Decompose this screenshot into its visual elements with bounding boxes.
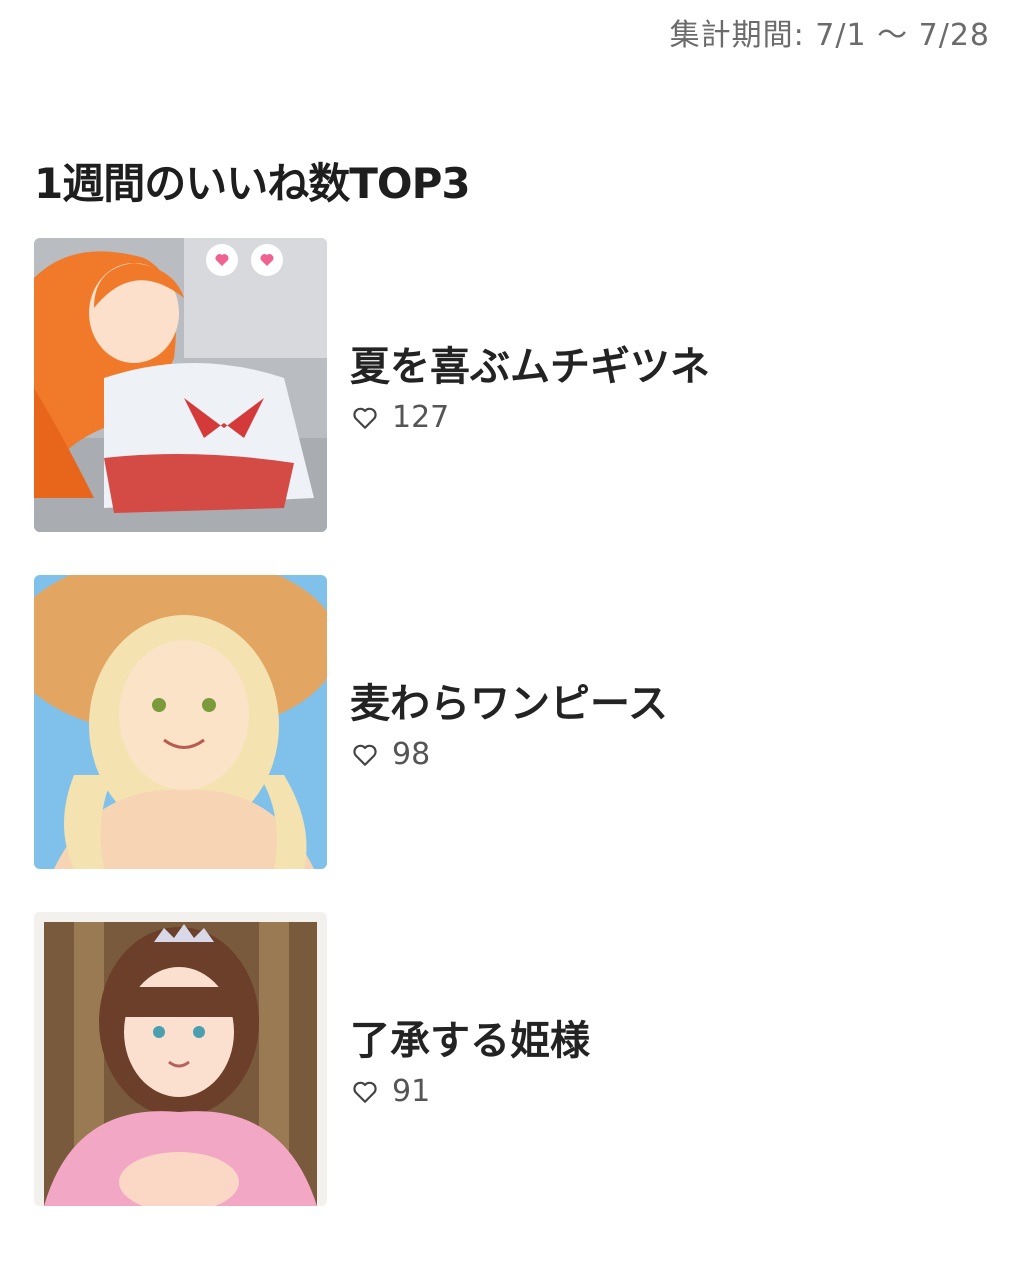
- artwork-thumbnail-3[interactable]: [34, 912, 327, 1206]
- like-count-2: 98: [352, 737, 430, 772]
- ranking-list: 夏を喜ぶムチギツネ 127 麦わらワンピース 98 了承する姫様 91: [34, 238, 994, 1249]
- artwork-thumbnail-1[interactable]: [34, 238, 327, 532]
- ranking-item-2[interactable]: 麦わらワンピース 98: [34, 575, 994, 869]
- princess-illustration: [34, 912, 327, 1206]
- like-count-3: 91: [352, 1074, 430, 1109]
- artwork-title-1[interactable]: 夏を喜ぶムチギツネ: [350, 334, 710, 392]
- artwork-thumbnail-2[interactable]: [34, 575, 327, 869]
- like-count-value: 91: [392, 1074, 431, 1109]
- like-count-value: 98: [392, 737, 431, 772]
- ranking-item-1[interactable]: 夏を喜ぶムチギツネ 127: [34, 238, 994, 532]
- like-count-value: 127: [392, 400, 450, 435]
- heart-outline-icon[interactable]: [352, 405, 378, 431]
- artwork-title-3[interactable]: 了承する姫様: [350, 1008, 590, 1066]
- heart-outline-icon[interactable]: [352, 742, 378, 768]
- ranking-item-3[interactable]: 了承する姫様 91: [34, 912, 994, 1206]
- straw-hat-girl-illustration: [34, 575, 327, 869]
- aggregation-period: 集計期間: 7/1 〜 7/28: [669, 18, 990, 53]
- heart-outline-icon[interactable]: [352, 1079, 378, 1105]
- section-title: 1週間のいいね数TOP3: [34, 159, 471, 208]
- like-count-1: 127: [352, 400, 449, 435]
- artwork-title-2[interactable]: 麦わらワンピース: [350, 671, 668, 729]
- fox-girl-illustration: [34, 238, 327, 532]
